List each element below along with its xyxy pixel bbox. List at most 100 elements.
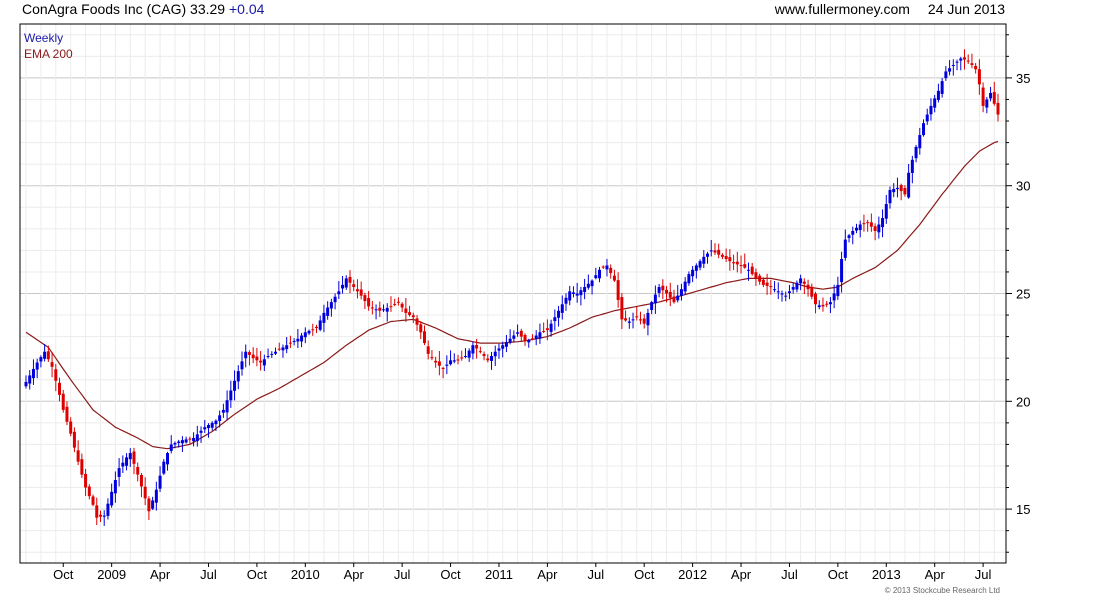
candle <box>478 346 482 354</box>
candle-body <box>642 318 646 324</box>
candle-body <box>195 434 199 442</box>
candle <box>348 270 352 294</box>
candle-body <box>69 421 73 434</box>
candle-body <box>355 289 359 292</box>
candle <box>903 185 907 197</box>
candle <box>162 458 166 475</box>
candle <box>516 324 520 337</box>
candle-body <box>266 356 270 358</box>
candle-body <box>825 303 829 305</box>
candle <box>501 341 505 358</box>
candle-body <box>314 326 318 328</box>
candle-body <box>396 301 400 303</box>
candle-body <box>76 450 80 462</box>
candle-body <box>236 371 240 382</box>
candle <box>195 425 199 447</box>
candle-body <box>486 358 490 361</box>
candle-body <box>996 102 1000 115</box>
candle <box>389 296 393 312</box>
candle <box>125 453 129 471</box>
candle <box>221 403 225 418</box>
x-tick-label: Oct <box>247 567 268 582</box>
candle-body <box>441 367 445 369</box>
candle <box>236 365 240 390</box>
candle-body <box>166 453 170 465</box>
candle-body <box>646 312 650 326</box>
candle-body <box>624 318 628 321</box>
candle <box>579 286 583 306</box>
x-tick-label: 2009 <box>97 567 126 582</box>
candle <box>933 94 937 113</box>
candle <box>698 259 702 271</box>
candle <box>564 293 568 311</box>
candle <box>568 285 572 306</box>
candle-body <box>180 440 184 444</box>
candle <box>598 266 602 283</box>
candle-body <box>43 351 47 359</box>
candle <box>326 301 330 320</box>
y-tick-label: 30 <box>1016 179 1030 194</box>
candle-body <box>828 302 832 305</box>
candle <box>732 254 736 270</box>
candle <box>288 335 292 349</box>
candle-body <box>672 296 676 303</box>
candle <box>605 258 609 277</box>
candle-body <box>460 357 464 359</box>
candle <box>519 328 523 343</box>
x-tick-label: Jul <box>587 567 604 582</box>
candle-body <box>944 71 948 79</box>
candle-body <box>244 351 248 359</box>
ema-series <box>25 140 999 450</box>
candle-body <box>374 309 378 311</box>
candle-body <box>277 348 281 350</box>
candle-body <box>799 278 803 284</box>
candle <box>31 359 35 385</box>
candle <box>490 351 494 370</box>
candle <box>895 177 899 198</box>
candle-body <box>881 218 885 228</box>
candle <box>538 323 542 344</box>
candle-body <box>903 188 907 195</box>
candle-body <box>795 282 799 290</box>
candle <box>668 282 672 307</box>
candle <box>799 274 803 291</box>
candle-body <box>814 293 818 305</box>
candle-body <box>620 297 624 320</box>
candle <box>672 289 676 304</box>
candle-body <box>389 306 393 308</box>
candle-body <box>784 295 788 297</box>
candle <box>914 144 918 163</box>
candle <box>374 304 378 320</box>
candle <box>233 370 237 401</box>
candle <box>352 279 356 292</box>
candle <box>814 291 818 314</box>
candle <box>888 186 892 209</box>
candle <box>620 293 624 330</box>
price-chart: 1520253035 Oct 2009 Apr Jul Oct 2010 Apr Jul Oct… <box>19 23 1030 582</box>
candle <box>918 127 922 155</box>
x-tick-label: Oct <box>828 567 849 582</box>
candle-body <box>367 298 371 307</box>
candle <box>843 229 847 261</box>
candle-body <box>39 357 43 362</box>
candle-body <box>147 498 151 512</box>
candle-body <box>344 278 348 288</box>
candle <box>69 417 73 437</box>
candle-body <box>791 287 795 290</box>
candle-body <box>214 420 218 425</box>
candle-body <box>851 230 855 235</box>
candle-body <box>378 307 382 311</box>
candle <box>787 284 791 300</box>
candle <box>270 351 274 358</box>
candle-body <box>657 287 661 293</box>
candle <box>113 471 117 503</box>
candle <box>426 340 430 360</box>
candle <box>791 282 795 294</box>
candle <box>314 324 318 334</box>
candle-body <box>54 369 58 381</box>
x-tick-label: Oct <box>440 567 461 582</box>
candle-body <box>802 281 806 284</box>
candle-body <box>568 291 572 301</box>
candle-body <box>415 318 419 325</box>
candle-body <box>866 222 870 224</box>
